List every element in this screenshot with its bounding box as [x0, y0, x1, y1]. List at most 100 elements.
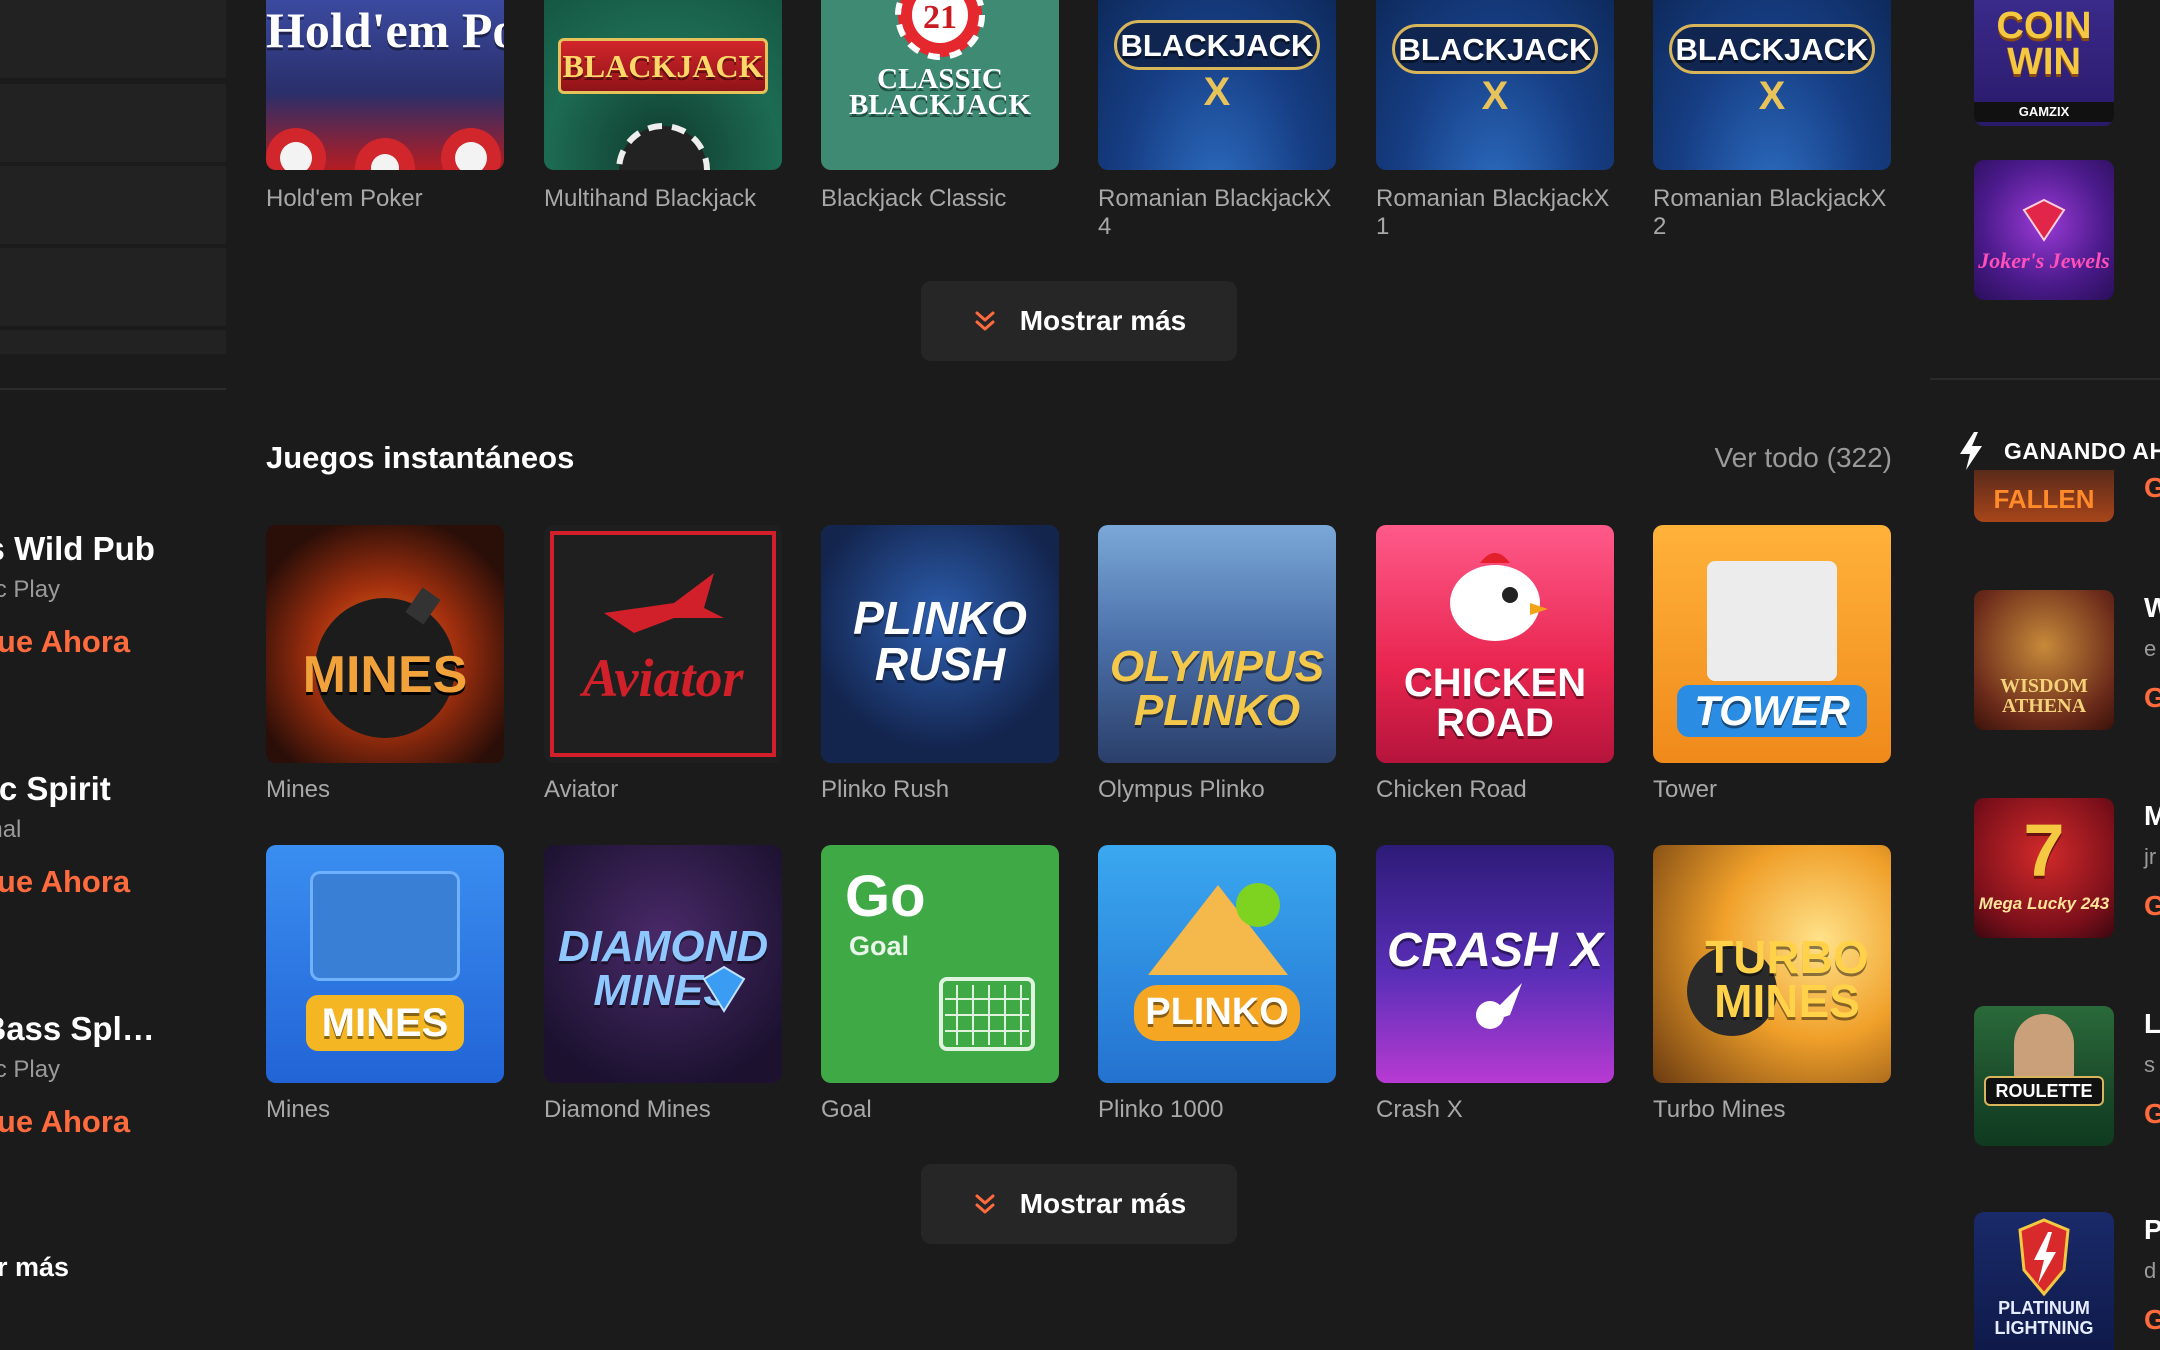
show-more-button[interactable]: Mostrar más	[921, 281, 1237, 361]
sidebar-nav-item[interactable]	[0, 330, 226, 356]
winning-play-link[interactable]: G	[2144, 1098, 2160, 1130]
game-title-line2[interactable]: 1	[1376, 212, 1389, 241]
game-tile-olympus-plinko[interactable]: OLYMPUS PLINKO	[1098, 525, 1336, 763]
game-title[interactable]: Romanian BlackjackX	[1376, 184, 1609, 213]
poker-chips-icon	[266, 128, 501, 170]
game-tile-tower[interactable]: TOWER	[1653, 525, 1891, 763]
game-art-title: PLINKO	[1145, 991, 1289, 1033]
plane-icon	[604, 573, 724, 633]
right-game-tile-roulette[interactable]: ROULETTE	[1974, 1006, 2114, 1146]
sidebar-promo[interactable]: ky's Wild Pub natic Play gue Ahora	[0, 530, 226, 710]
winning-game-provider: e	[2144, 636, 2157, 661]
poker-chip-icon	[616, 123, 710, 170]
game-tile-turbo-mines[interactable]: TURBO MINES	[1653, 845, 1891, 1083]
winning-game-title[interactable]: L	[2144, 1008, 2160, 1040]
sidebar-promo[interactable]: estic Spirit menal gue Ahora	[0, 770, 226, 950]
right-game-tile-coin-win[interactable]: COIN WIN GAMZIX	[1974, 0, 2114, 126]
right-game-tile-platinum-lightning[interactable]: PLATINUM LIGHTNING	[1974, 1212, 2114, 1350]
right-panel: COIN WIN GAMZIX Joker's Jewels GANANDO A…	[1930, 0, 2160, 1350]
game-tile-mines[interactable]: MINES	[266, 525, 504, 763]
seven-icon: 7	[2023, 809, 2065, 892]
chip-21-icon: 21	[895, 0, 985, 60]
game-title[interactable]: Plinko 1000	[1098, 1095, 1223, 1124]
sidebar-show-more-link[interactable]: ar más	[0, 1252, 69, 1283]
winning-play-link[interactable]: G	[2144, 890, 2160, 922]
game-title[interactable]: Romanian BlackjackX	[1098, 184, 1331, 213]
game-art-title: OLYMPUS PLINKO	[1109, 642, 1325, 735]
game-title[interactable]: Mines	[266, 775, 330, 804]
game-title[interactable]: Hold'em Poker	[266, 184, 423, 213]
game-tile-diamond-mines[interactable]: DIAMOND MINES	[544, 845, 782, 1083]
game-tile-aviator[interactable]: Aviator	[544, 525, 782, 763]
game-tile-mines-2[interactable]: MINES	[266, 845, 504, 1083]
game-tile-romanian-blackjackx-4[interactable]: BLACKJACK X	[1098, 0, 1336, 170]
rocket-icon	[1476, 983, 1522, 1029]
game-art-title: Go	[845, 864, 926, 929]
game-title[interactable]: Diamond Mines	[544, 1095, 711, 1124]
game-title[interactable]: Mines	[266, 1095, 330, 1124]
svg-text:21: 21	[923, 0, 957, 36]
tower-graphic	[1707, 561, 1837, 681]
winning-play-link[interactable]: G	[2144, 1304, 2160, 1336]
dealer-figure	[2014, 1014, 2074, 1084]
sidebar-promo[interactable]: er Bass Spl… natic Play gue Ahora	[0, 1010, 226, 1190]
sidebar-nav-item[interactable]	[0, 166, 226, 246]
promo-provider: menal	[0, 816, 22, 843]
game-title[interactable]: Olympus Plinko	[1098, 775, 1265, 804]
game-art-title: Mega Lucky 243	[1978, 894, 2110, 913]
right-game-tile-jokers-jewels[interactable]: Joker's Jewels	[1974, 160, 2114, 300]
winning-game-title[interactable]: W	[2144, 592, 2160, 624]
show-more-label: Mostrar más	[1019, 305, 1187, 336]
show-more-button[interactable]: Mostrar más	[921, 1164, 1237, 1244]
game-title-line2[interactable]: 4	[1098, 212, 1111, 241]
game-tile-blackjack-classic[interactable]: 21 CLASSIC BLACKJACK	[821, 0, 1059, 170]
game-title[interactable]: Aviator	[544, 775, 618, 804]
game-tile-chicken-road[interactable]: CHICKEN ROAD	[1376, 525, 1614, 763]
game-tile-romanian-blackjackx-2[interactable]: BLACKJACK X	[1653, 0, 1891, 170]
winning-play-link[interactable]: G	[2144, 472, 2160, 504]
sidebar-nav-item[interactable]	[0, 84, 226, 164]
right-game-tile-wisdom-athena[interactable]: WISDOM ATHENA	[1974, 590, 2114, 730]
game-title[interactable]: Blackjack Classic	[821, 184, 1006, 213]
game-title[interactable]: Crash X	[1376, 1095, 1463, 1124]
game-title[interactable]: Romanian BlackjackX	[1653, 184, 1886, 213]
sidebar-nav-item[interactable]	[0, 248, 226, 328]
gem-icon	[2022, 198, 2066, 242]
right-game-tile-mega-lucky[interactable]: 7 Mega Lucky 243	[1974, 798, 2114, 938]
page: ky's Wild Pub natic Play gue Ahora estic…	[0, 0, 2160, 1350]
double-chevron-down-icon	[975, 311, 995, 331]
game-title[interactable]: Goal	[821, 1095, 872, 1124]
double-chevron-down-icon	[975, 1194, 995, 1214]
winning-game-provider: d	[2144, 1258, 2157, 1283]
promo-play-link[interactable]: gue Ahora	[0, 1104, 130, 1140]
sidebar-nav-item[interactable]	[0, 0, 226, 80]
right-game-tile-fallen[interactable]: FALLEN	[1974, 470, 2114, 522]
game-title[interactable]: Tower	[1653, 775, 1717, 804]
game-tile-crash-x[interactable]: CRASH X	[1376, 845, 1614, 1083]
game-tile-plinko-rush[interactable]: PLINKO RUSH	[821, 525, 1059, 763]
promo-play-link[interactable]: gue Ahora	[0, 624, 130, 660]
game-tile-holdem-poker[interactable]: Hold'em Poker	[266, 0, 504, 170]
game-art-title: Joker's Jewels	[1978, 248, 2110, 273]
winning-game-title[interactable]: M	[2144, 800, 2160, 832]
diamond-icon	[702, 965, 746, 1013]
see-all-link[interactable]: Ver todo (322)	[1715, 442, 1892, 474]
game-tile-plinko-1000[interactable]: PLINKO	[1098, 845, 1336, 1083]
game-tile-goal[interactable]: Go Goal	[821, 845, 1059, 1083]
game-title[interactable]: Multihand Blackjack	[544, 184, 756, 213]
game-art-title: BLACKJACK	[1675, 32, 1869, 67]
game-title[interactable]: Plinko Rush	[821, 775, 949, 804]
winning-game-title[interactable]: P	[2144, 1214, 2160, 1246]
game-art-title: MINES	[302, 646, 468, 704]
promo-play-link[interactable]: gue Ahora	[0, 864, 130, 900]
game-tile-multihand-blackjack[interactable]: BLACKJACK	[544, 0, 782, 170]
sidebar-divider	[0, 388, 226, 390]
game-art-title: Aviator	[582, 648, 744, 708]
promo-title: estic Spirit	[0, 770, 111, 807]
game-tile-romanian-blackjackx-1[interactable]: BLACKJACK X	[1376, 0, 1614, 170]
game-title[interactable]: Turbo Mines	[1653, 1095, 1786, 1124]
game-title[interactable]: Chicken Road	[1376, 775, 1527, 804]
promo-title: er Bass Spl…	[0, 1010, 155, 1047]
game-title-line2[interactable]: 2	[1653, 212, 1666, 241]
winning-play-link[interactable]: G	[2144, 682, 2160, 714]
